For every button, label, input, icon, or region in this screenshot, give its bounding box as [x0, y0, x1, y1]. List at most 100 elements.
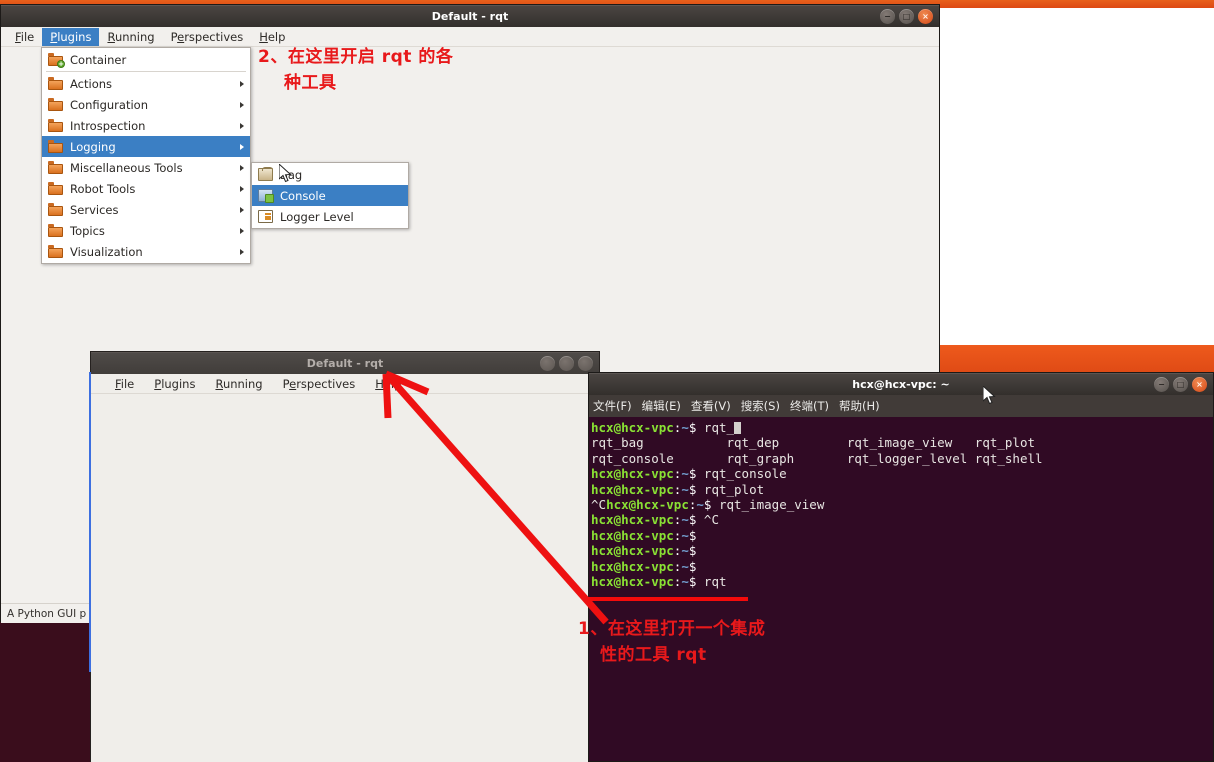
terminal-menu-2[interactable]: 查看(V) [691, 398, 731, 414]
close-button[interactable]: × [918, 9, 933, 24]
menu-item-label: Logger Level [280, 209, 354, 224]
annotation-two-line1: 2、在这里开启 rqt 的各 [258, 47, 454, 67]
menu-item-label: Console [280, 188, 326, 203]
logging-item-logger-level[interactable]: Logger Level [252, 206, 408, 227]
rqt-second-title: Default - rqt [306, 357, 384, 370]
terminal-menu-3[interactable]: 搜索(S) [741, 398, 780, 414]
rqt-main-titlebar[interactable]: Default - rqt − □ × [1, 5, 939, 27]
plugins-dropdown-menu[interactable]: + Container Actions Configuration Introspect… [41, 47, 251, 264]
rqt-second-titlebar[interactable]: Default - rqt [91, 352, 599, 374]
rqt-main-window-buttons: − □ × [880, 9, 933, 24]
annotation-one: 1、在这里打开一个集成 性的工具 rqt [578, 616, 868, 668]
plugins-item-miscellaneous-tools[interactable]: Miscellaneous Tools [42, 157, 250, 178]
desktop-root: Default - rqt − □ × File Plugins Running Pe… [0, 0, 1214, 762]
folder-icon [48, 245, 63, 258]
maximize-button[interactable] [559, 356, 574, 371]
menu-plugins[interactable]: Plugins [144, 375, 205, 393]
mouse-cursor-terminal [983, 386, 996, 405]
logging-submenu[interactable]: Bag Console Logger Level [251, 162, 409, 229]
chevron-right-icon [240, 143, 244, 150]
menu-item-label: Services [70, 202, 119, 217]
console-icon [258, 189, 274, 203]
folder-icon [48, 140, 63, 153]
terminal-window: hcx@hcx-vpc: ~ − □ × 文件(F) 编辑(E) 查看(V) 搜索(S… [588, 372, 1214, 762]
bag-icon [258, 167, 273, 181]
plus-badge-icon: + [57, 60, 65, 68]
terminal-menu-0[interactable]: 文件(F) [593, 398, 632, 414]
rqt-second-menubar: File Plugins Running Perspectives Help [91, 374, 599, 394]
terminal-prompt-line: hcx@hcx-vpc:~$ [591, 558, 697, 574]
logging-item-console[interactable]: Console [252, 185, 408, 206]
plugins-item-configuration[interactable]: Configuration [42, 94, 250, 115]
menu-perspectives[interactable]: Perspectives [273, 375, 366, 393]
terminal-titlebar[interactable]: hcx@hcx-vpc: ~ − □ × [589, 373, 1213, 395]
menu-file[interactable]: File [105, 375, 144, 393]
terminal-cursor [734, 422, 742, 434]
close-button[interactable] [578, 356, 593, 371]
minimize-button[interactable]: − [1154, 377, 1169, 392]
chevron-right-icon [240, 248, 244, 255]
menu-item-label: Introspection [70, 118, 146, 133]
plugins-item-container[interactable]: + Container [42, 49, 250, 70]
rqt-second-window-buttons [540, 356, 593, 371]
terminal-prompt-line: hcx@hcx-vpc:~$ [591, 543, 697, 559]
statusbar-text: A Python GUI p [7, 607, 87, 620]
menu-help[interactable]: Help [251, 28, 293, 46]
menu-file[interactable]: File [7, 28, 42, 46]
terminal-prompt-line: hcx@hcx-vpc:~$ [591, 527, 697, 543]
chevron-right-icon [240, 227, 244, 234]
terminal-prompt-line: hcx@hcx-vpc:~$ rqt_plot [591, 481, 765, 497]
menu-plugins[interactable]: Plugins [42, 27, 100, 46]
plugins-item-robot-tools[interactable]: Robot Tools [42, 178, 250, 199]
menu-perspectives[interactable]: Perspectives [163, 28, 252, 46]
terminal-prompt-line: hcx@hcx-vpc:~$ ^C [591, 512, 719, 528]
annotation-one-line1: 1、在这里打开一个集成 [578, 619, 766, 639]
menu-item-label: Actions [70, 76, 113, 91]
rqt-second-window: Default - rqt File Plugins Running Perspect… [89, 351, 600, 762]
plugins-item-logging[interactable]: Logging [42, 136, 250, 157]
plugins-item-introspection[interactable]: Introspection [42, 115, 250, 136]
folder-icon [48, 119, 63, 132]
logger-level-icon [258, 210, 273, 223]
rqt-main-title: Default - rqt [431, 10, 509, 23]
annotation-two: 2、在这里开启 rqt 的各 种工具 [258, 44, 548, 96]
menu-item-label: Container [70, 52, 127, 67]
mouse-cursor-menu [279, 164, 292, 183]
folder-icon [48, 224, 63, 237]
close-button[interactable]: × [1192, 377, 1207, 392]
maximize-button[interactable]: □ [899, 9, 914, 24]
terminal-prompt-line: hcx@hcx-vpc:~$ rqt_ [591, 420, 1213, 435]
menu-running[interactable]: Running [205, 375, 272, 393]
chevron-right-icon [240, 101, 244, 108]
plugins-item-actions[interactable]: Actions [42, 73, 250, 94]
folder-icon [48, 98, 63, 111]
rqt-second-client-area: File Plugins Running Perspectives Help [91, 374, 599, 762]
terminal-menubar: 文件(F) 编辑(E) 查看(V) 搜索(S) 终端(T) 帮助(H) [589, 395, 1213, 417]
terminal-output-line: rqt_bag rqt_dep rqt_image_view rqt_plot [591, 435, 1036, 451]
menu-help[interactable]: Help [365, 375, 411, 393]
plugins-item-visualization[interactable]: Visualization [42, 241, 250, 262]
logging-item-bag[interactable]: Bag [252, 164, 408, 185]
chevron-right-icon [240, 185, 244, 192]
plugins-item-services[interactable]: Services [42, 199, 250, 220]
terminal-output-line: rqt_console rqt_graph rqt_logger_level r… [591, 450, 1043, 466]
menu-item-label: Configuration [70, 97, 148, 112]
minimize-button[interactable]: − [880, 9, 895, 24]
plugins-item-topics[interactable]: Topics [42, 220, 250, 241]
menu-running[interactable]: Running [99, 28, 162, 46]
terminal-output[interactable]: hcx@hcx-vpc:~$ rqt_ rqt_bag rqt_dep rqt_i… [589, 417, 1213, 761]
chevron-right-icon [240, 80, 244, 87]
menu-separator [46, 71, 246, 72]
terminal-menu-4[interactable]: 终端(T) [790, 398, 829, 414]
maximize-button[interactable]: □ [1173, 377, 1188, 392]
terminal-prompt-line: hcx@hcx-vpc:~$ rqt_console [591, 466, 787, 482]
minimize-button[interactable] [540, 356, 555, 371]
menu-item-label: Topics [70, 223, 105, 238]
terminal-title: hcx@hcx-vpc: ~ [852, 378, 950, 391]
terminal-window-buttons: − □ × [1154, 377, 1207, 392]
terminal-prompt-line: hcx@hcx-vpc:~$ rqt [591, 574, 727, 590]
terminal-menu-1[interactable]: 编辑(E) [642, 398, 681, 414]
terminal-menu-5[interactable]: 帮助(H) [839, 398, 880, 414]
terminal-prompt-line: ^Chcx@hcx-vpc:~$ rqt_image_view [591, 497, 825, 513]
chevron-right-icon [240, 206, 244, 213]
